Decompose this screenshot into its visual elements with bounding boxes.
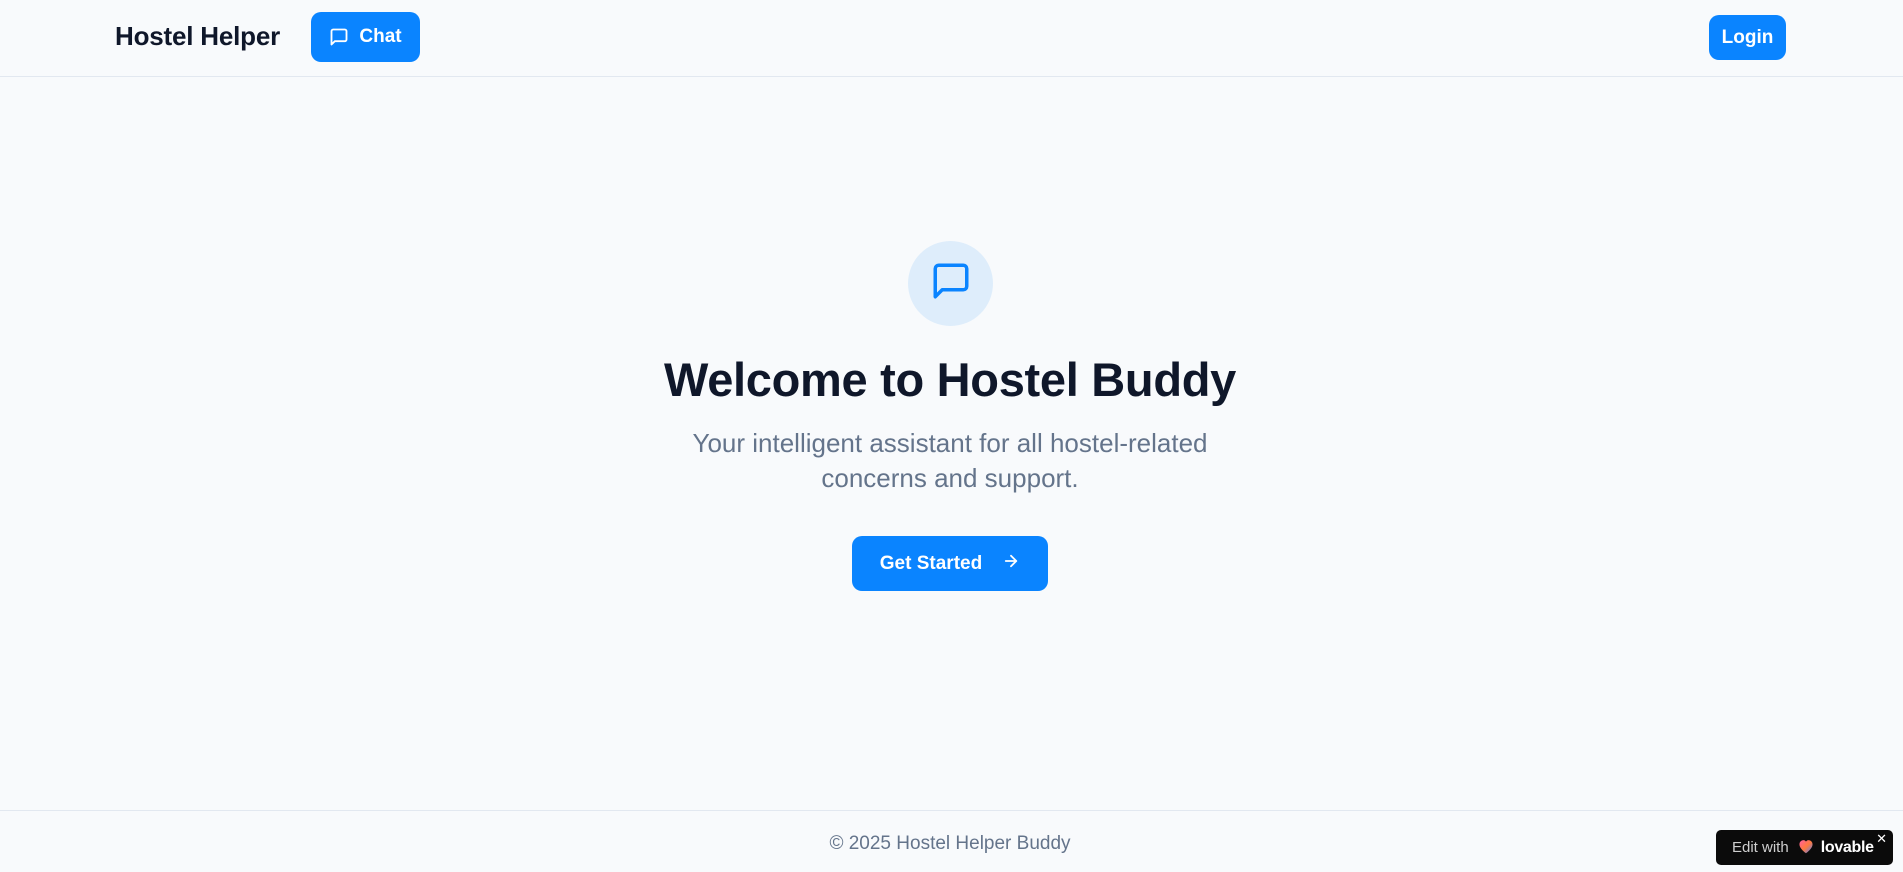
hero-title: Welcome to Hostel Buddy [664, 353, 1236, 406]
hero-subtitle: Your intelligent assistant for all hoste… [692, 428, 1208, 493]
close-icon[interactable]: ✕ [1876, 832, 1887, 845]
top-navbar: Hostel Helper Chat Login [0, 0, 1903, 77]
hero-icon-circle [908, 241, 993, 326]
badge-prefix: Edit with [1732, 839, 1789, 856]
edit-with-lovable-badge[interactable]: Edit with lovable ✕ [1716, 830, 1893, 865]
message-square-icon [930, 260, 972, 307]
brand-title[interactable]: Hostel Helper [115, 21, 280, 52]
get-started-label: Get Started [879, 552, 983, 574]
badge-brand: lovable [1820, 838, 1874, 856]
get-started-button[interactable]: Get Started [852, 536, 1048, 591]
chat-button-label: Chat [359, 26, 402, 47]
chat-button[interactable]: Chat [311, 12, 420, 62]
footer: © 2025 Hostel Helper Buddy [0, 810, 1903, 872]
lovable-heart-icon [1797, 838, 1815, 858]
login-button[interactable]: Login [1709, 15, 1786, 60]
message-square-icon [329, 27, 349, 47]
arrow-right-icon [1002, 552, 1020, 576]
footer-copyright: © 2025 Hostel Helper Buddy [829, 833, 1071, 854]
